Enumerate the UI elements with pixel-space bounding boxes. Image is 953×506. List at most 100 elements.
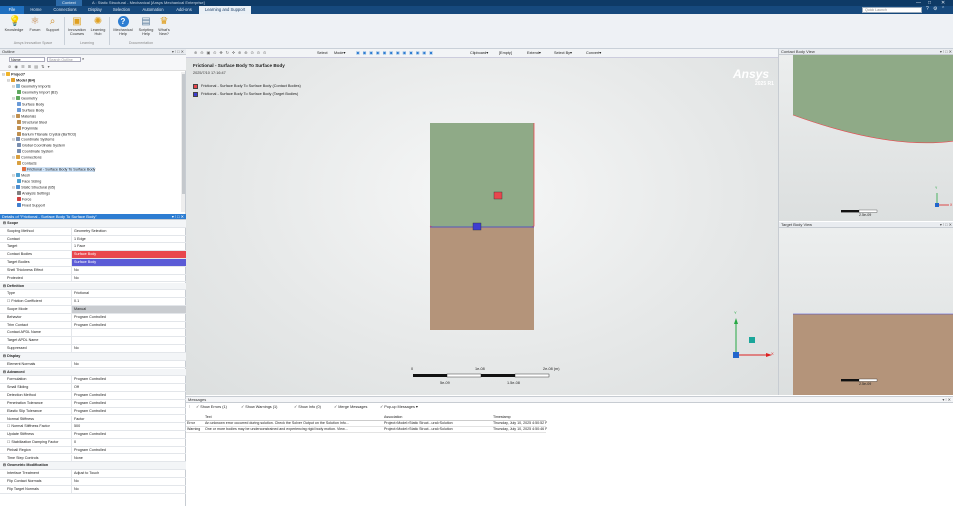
show-warnings-toggle[interactable]: ✓ Show Warnings (1) (241, 404, 277, 411)
details-section[interactable]: ⊟ Definition (0, 282, 186, 291)
collapse-ribbon-icon[interactable]: ⌃ (941, 6, 945, 12)
show-errors-toggle[interactable]: ✓ Show Errors (1) (196, 404, 227, 411)
property-value[interactable]: No (71, 274, 186, 282)
extend-dropdown[interactable]: Extend▾ (527, 49, 541, 58)
property-value[interactable]: Adjust to Touch (71, 470, 186, 477)
property-value[interactable]: Program Controlled (71, 407, 186, 415)
tree-item[interactable]: Contacts (17, 161, 37, 166)
forum-button[interactable]: ⚛ Forum (27, 16, 43, 32)
tree-item[interactable]: ⊟ Static Structural (B5) (12, 185, 55, 190)
property-value[interactable]: Off (71, 384, 186, 391)
show-info-toggle[interactable]: ✓ Show Info (0) (294, 404, 321, 411)
property-value[interactable]: No (71, 360, 186, 368)
tree-item[interactable]: Analysis Settings (17, 191, 50, 196)
model-drawing[interactable] (186, 58, 778, 395)
tab-selection[interactable]: Selection (108, 6, 135, 14)
tree-item[interactable]: ⊟ Connections (12, 155, 42, 160)
name-filter-select[interactable]: Name (9, 57, 45, 62)
support-button[interactable]: ⌕ Support (44, 16, 61, 32)
tree-item[interactable]: Frictional - Surface Body To Surface Bod… (22, 167, 96, 173)
property-value[interactable]: Geometry Selection (71, 227, 186, 235)
whats-new-button[interactable]: ♛ What's New? (157, 16, 171, 36)
property-value[interactable] (71, 329, 186, 337)
clipboard-dropdown[interactable]: Clipboard▾ (470, 49, 488, 58)
message-row[interactable]: Warning One or more bodies may be underco… (186, 427, 547, 433)
tab-automation[interactable]: Automation (136, 6, 170, 14)
tab-display[interactable]: Display (83, 6, 107, 14)
property-value[interactable]: 1 Face (71, 243, 186, 251)
tree-item[interactable]: ⊟ Coordinate Systems (12, 137, 54, 142)
mode-dropdown[interactable]: Mode▾ (334, 49, 345, 58)
tree-item[interactable]: ⊟ Materials (12, 113, 36, 119)
tree-item[interactable]: Coordinate System (17, 149, 53, 154)
tree-item[interactable]: Surface Body (17, 107, 44, 113)
tree-item[interactable]: Polyimide (17, 125, 38, 131)
tab-add-ons[interactable]: Add-ons (171, 6, 197, 14)
contact-body-view[interactable]: 2.5e-09 Y X (779, 55, 953, 221)
contact-surface-body[interactable] (430, 123, 534, 240)
column-header[interactable]: Association (384, 415, 493, 421)
details-section[interactable]: ⊟ Display (0, 352, 186, 361)
property-value[interactable]: Program Controlled (71, 392, 186, 399)
property-value[interactable]: Program Controlled (71, 321, 186, 329)
outline-tool-icons[interactable]: ⊘ ◉ ☰ ⊞ ▤ ⇅ ▾ (8, 64, 51, 69)
property-value[interactable]: Program Controlled (71, 446, 186, 454)
property-value[interactable]: No (71, 266, 186, 274)
property-value[interactable] (71, 337, 186, 344)
property-value[interactable]: Program Controlled (71, 399, 186, 407)
knowledge-button[interactable]: 💡 Knowledge (3, 16, 25, 32)
tree-item[interactable]: ⊟ Project* (2, 72, 25, 77)
help-icon-small[interactable]: ? (926, 6, 929, 12)
innovation-courses-button[interactable]: ▣ Innovation Courses (66, 16, 88, 36)
tree-item[interactable]: Barium Titanate Crystal (BaTiO3) (17, 131, 76, 137)
property-value[interactable]: Surface Body (71, 251, 186, 258)
view-tool-icons[interactable]: ⊕ ⊖ ▣ ⊙ ✥ ↻ ✣ ⊕ ⊕ ⊙ ⊙ ⊙ (194, 49, 267, 58)
tab-home[interactable]: Home (25, 6, 47, 14)
tree-item[interactable]: Fixed Support (17, 202, 45, 208)
graphics-viewport[interactable]: Frictional - Surface Body To Surface Bod… (186, 58, 778, 395)
target-body-view[interactable]: 2.5e-09 (779, 228, 953, 395)
details-section[interactable]: ⊟ Advanced (0, 368, 186, 377)
learning-hub-button[interactable]: ✺ Learning Hub (89, 16, 107, 36)
mechanical-help-button[interactable]: ? Mechanical Help (111, 16, 135, 36)
property-value[interactable]: 0.1 (71, 298, 186, 305)
settings-icon[interactable]: ⚙ (933, 6, 937, 12)
tree-item[interactable]: ⊟ Geometry (12, 95, 37, 101)
merge-messages-toggle[interactable]: ✓ Merge Messages (334, 404, 367, 411)
tree-item[interactable]: Surface Body (17, 101, 44, 107)
selection-filter-icons[interactable]: ▣ ▣ ▣ ▣ ▣ ▣ ▣ ▣ ▣ ▣ ▣ ▣ (356, 49, 434, 58)
property-value[interactable]: Frictional (71, 290, 186, 298)
tab-file[interactable]: File (0, 6, 24, 14)
search-icon[interactable]: ⌕ (82, 56, 84, 61)
property-value[interactable]: None (71, 454, 186, 462)
property-value[interactable]: Program Controlled (71, 313, 186, 321)
tree-item[interactable]: ⊟ Geometry Imports (12, 83, 51, 89)
property-value[interactable]: 500 (71, 423, 186, 430)
tab-connections[interactable]: Connections (48, 6, 82, 14)
tree-item[interactable]: Force (17, 196, 31, 202)
property-value[interactable]: Program Controlled (71, 431, 186, 438)
tree-item[interactable]: Structural Steel (17, 119, 47, 125)
popup-messages-toggle[interactable]: ✓ Pop-up Messages ▾ (380, 404, 418, 411)
tab-learning-and-support[interactable]: Learning and Support (199, 6, 251, 14)
property-value[interactable]: 1 Edge (71, 235, 186, 243)
tree-item[interactable]: Face Sizing (17, 179, 41, 184)
target-surface-body[interactable] (430, 227, 534, 330)
property-value[interactable]: Manual (71, 306, 186, 313)
tree-item[interactable]: ⊟ Mesh (12, 173, 30, 178)
tree-item[interactable]: Global Coordinate System (17, 143, 65, 148)
property-value[interactable]: Factor (71, 415, 186, 423)
column-header[interactable]: Timestamp (493, 415, 547, 421)
panel-controls[interactable]: ▾ ⫶ ✕ (942, 397, 951, 403)
tree-item[interactable]: ⊟ Model (B4) (7, 77, 35, 83)
property-value[interactable]: No (71, 345, 186, 352)
scripting-help-button[interactable]: ▤ Scripting Help (136, 16, 156, 36)
details-section[interactable]: ⊟ Scope (0, 220, 186, 228)
property-value[interactable]: Program Controlled (71, 376, 186, 384)
convert-dropdown[interactable]: Convert▾ (586, 49, 601, 58)
outline-scrollbar[interactable] (181, 72, 185, 212)
property-value[interactable]: No (71, 485, 186, 493)
property-value[interactable]: Surface Body (71, 259, 186, 266)
select-button[interactable]: Select (317, 49, 328, 58)
quick-launch-input[interactable]: Quick Launch (862, 7, 922, 13)
